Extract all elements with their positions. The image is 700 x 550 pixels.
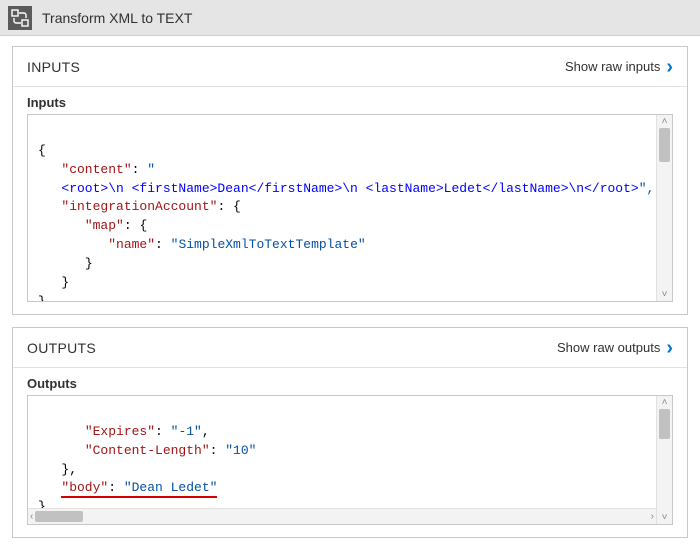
inputs-sub-label: Inputs (13, 87, 687, 114)
outputs-header-title: OUTPUTS (27, 340, 96, 356)
outputs-header: OUTPUTS Show raw outputs › (13, 328, 687, 368)
titlebar-title: Transform XML to TEXT (42, 10, 192, 26)
scroll-right-icon[interactable]: › (649, 511, 656, 522)
show-raw-inputs-label: Show raw inputs (565, 59, 660, 74)
outputs-horizontal-scrollbar[interactable]: ‹ › (28, 508, 656, 524)
inputs-panel: INPUTS Show raw inputs › Inputs { "conte… (12, 46, 688, 315)
outputs-sub-label: Outputs (13, 368, 687, 395)
chevron-right-icon: › (666, 60, 673, 74)
show-raw-inputs-button[interactable]: Show raw inputs › (565, 59, 673, 74)
titlebar: Transform XML to TEXT (0, 0, 700, 36)
scroll-up-icon[interactable]: ˄ (662, 115, 668, 128)
show-raw-outputs-button[interactable]: Show raw outputs › (557, 340, 673, 355)
transform-icon (8, 6, 32, 30)
chevron-right-icon: › (666, 341, 673, 355)
scroll-down-icon[interactable]: ˅ (662, 288, 668, 301)
inputs-code: { "content": " <root>\n <firstName>Dean<… (28, 115, 672, 301)
content-area: INPUTS Show raw inputs › Inputs { "conte… (0, 36, 700, 550)
outputs-vertical-scrollbar[interactable]: ˄ ˅ (656, 396, 672, 524)
show-raw-outputs-label: Show raw outputs (557, 340, 660, 355)
scroll-up-icon[interactable]: ˄ (662, 396, 668, 409)
scroll-left-icon[interactable]: ‹ (28, 511, 35, 522)
inputs-codebox[interactable]: { "content": " <root>\n <firstName>Dean<… (27, 114, 673, 302)
outputs-code: "Expires": "-1", "Content-Length": "10" … (28, 396, 672, 524)
inputs-vertical-scrollbar[interactable]: ˄ ˅ (656, 115, 672, 301)
inputs-header-title: INPUTS (27, 59, 80, 75)
inputs-header: INPUTS Show raw inputs › (13, 47, 687, 87)
outputs-codebox[interactable]: "Expires": "-1", "Content-Length": "10" … (27, 395, 673, 525)
outputs-panel: OUTPUTS Show raw outputs › Outputs "Expi… (12, 327, 688, 538)
scroll-down-icon[interactable]: ˅ (662, 511, 668, 524)
